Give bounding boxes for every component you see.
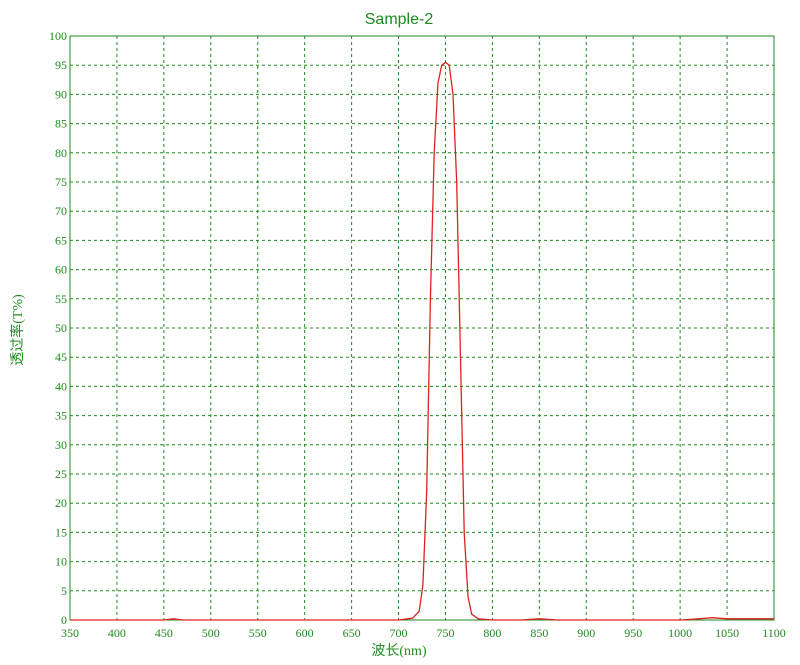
x-tick-label: 550 [249, 626, 267, 640]
x-tick-label: 700 [390, 626, 408, 640]
y-tick-label: 60 [55, 263, 67, 277]
y-tick-label: 80 [55, 146, 67, 160]
x-axis-title: 波长(nm) [371, 643, 427, 659]
y-tick-label: 5 [61, 584, 67, 598]
y-tick-label: 90 [55, 87, 67, 101]
x-tick-label: 1050 [715, 626, 739, 640]
y-tick-label: 10 [55, 555, 67, 569]
x-tick-label: 600 [296, 626, 314, 640]
x-tick-label: 950 [624, 626, 642, 640]
x-tick-label: 400 [108, 626, 126, 640]
y-tick-label: 55 [55, 292, 67, 306]
plot-frame [69, 35, 775, 621]
x-tick-label: 1100 [762, 626, 786, 640]
y-tick-label: 70 [55, 204, 67, 218]
y-tick-label: 0 [61, 613, 67, 627]
y-tick-label: 40 [55, 379, 67, 393]
y-tick-label: 45 [55, 350, 67, 364]
y-tick-label: 25 [55, 467, 67, 481]
x-tick-label: 650 [343, 626, 361, 640]
y-tick-label: 15 [55, 525, 67, 539]
x-tick-label: 450 [155, 626, 173, 640]
x-tick-label: 900 [577, 626, 595, 640]
transmittance-series-line [70, 61, 774, 621]
transmittance-chart: Sample-2 0 5 10 15 20 25 30 35 40 45 50 55 60 65 70 75 8… [9, 11, 786, 659]
y-axis-title: 透过率(T%) [9, 294, 26, 366]
x-tick-label: 800 [483, 626, 501, 640]
x-tick-label: 350 [61, 626, 79, 640]
x-tick-label: 1000 [668, 626, 692, 640]
y-tick-label: 65 [55, 233, 67, 247]
chart-title: Sample-2 [365, 11, 434, 28]
y-tick-label: 50 [55, 321, 67, 335]
y-tick-label: 75 [55, 175, 67, 189]
x-tick-labels: 350 400 450 500 550 600 650 700 750 800 850 900 950 1… [61, 626, 786, 640]
y-tick-label: 20 [55, 496, 67, 510]
x-tick-label: 850 [530, 626, 548, 640]
x-tick-label: 750 [436, 626, 454, 640]
y-tick-labels: 0 5 10 15 20 25 30 35 40 45 50 55 60 65 70 75 80 85 90 95 10… [49, 29, 67, 627]
x-tick-label: 500 [202, 626, 220, 640]
y-tick-label: 85 [55, 117, 67, 131]
y-tick-label: 30 [55, 438, 67, 452]
y-tick-label: 35 [55, 409, 67, 423]
y-tick-label: 95 [55, 58, 67, 72]
series-layer [70, 61, 774, 621]
grid-lines [70, 36, 774, 620]
y-tick-label: 100 [49, 29, 67, 43]
